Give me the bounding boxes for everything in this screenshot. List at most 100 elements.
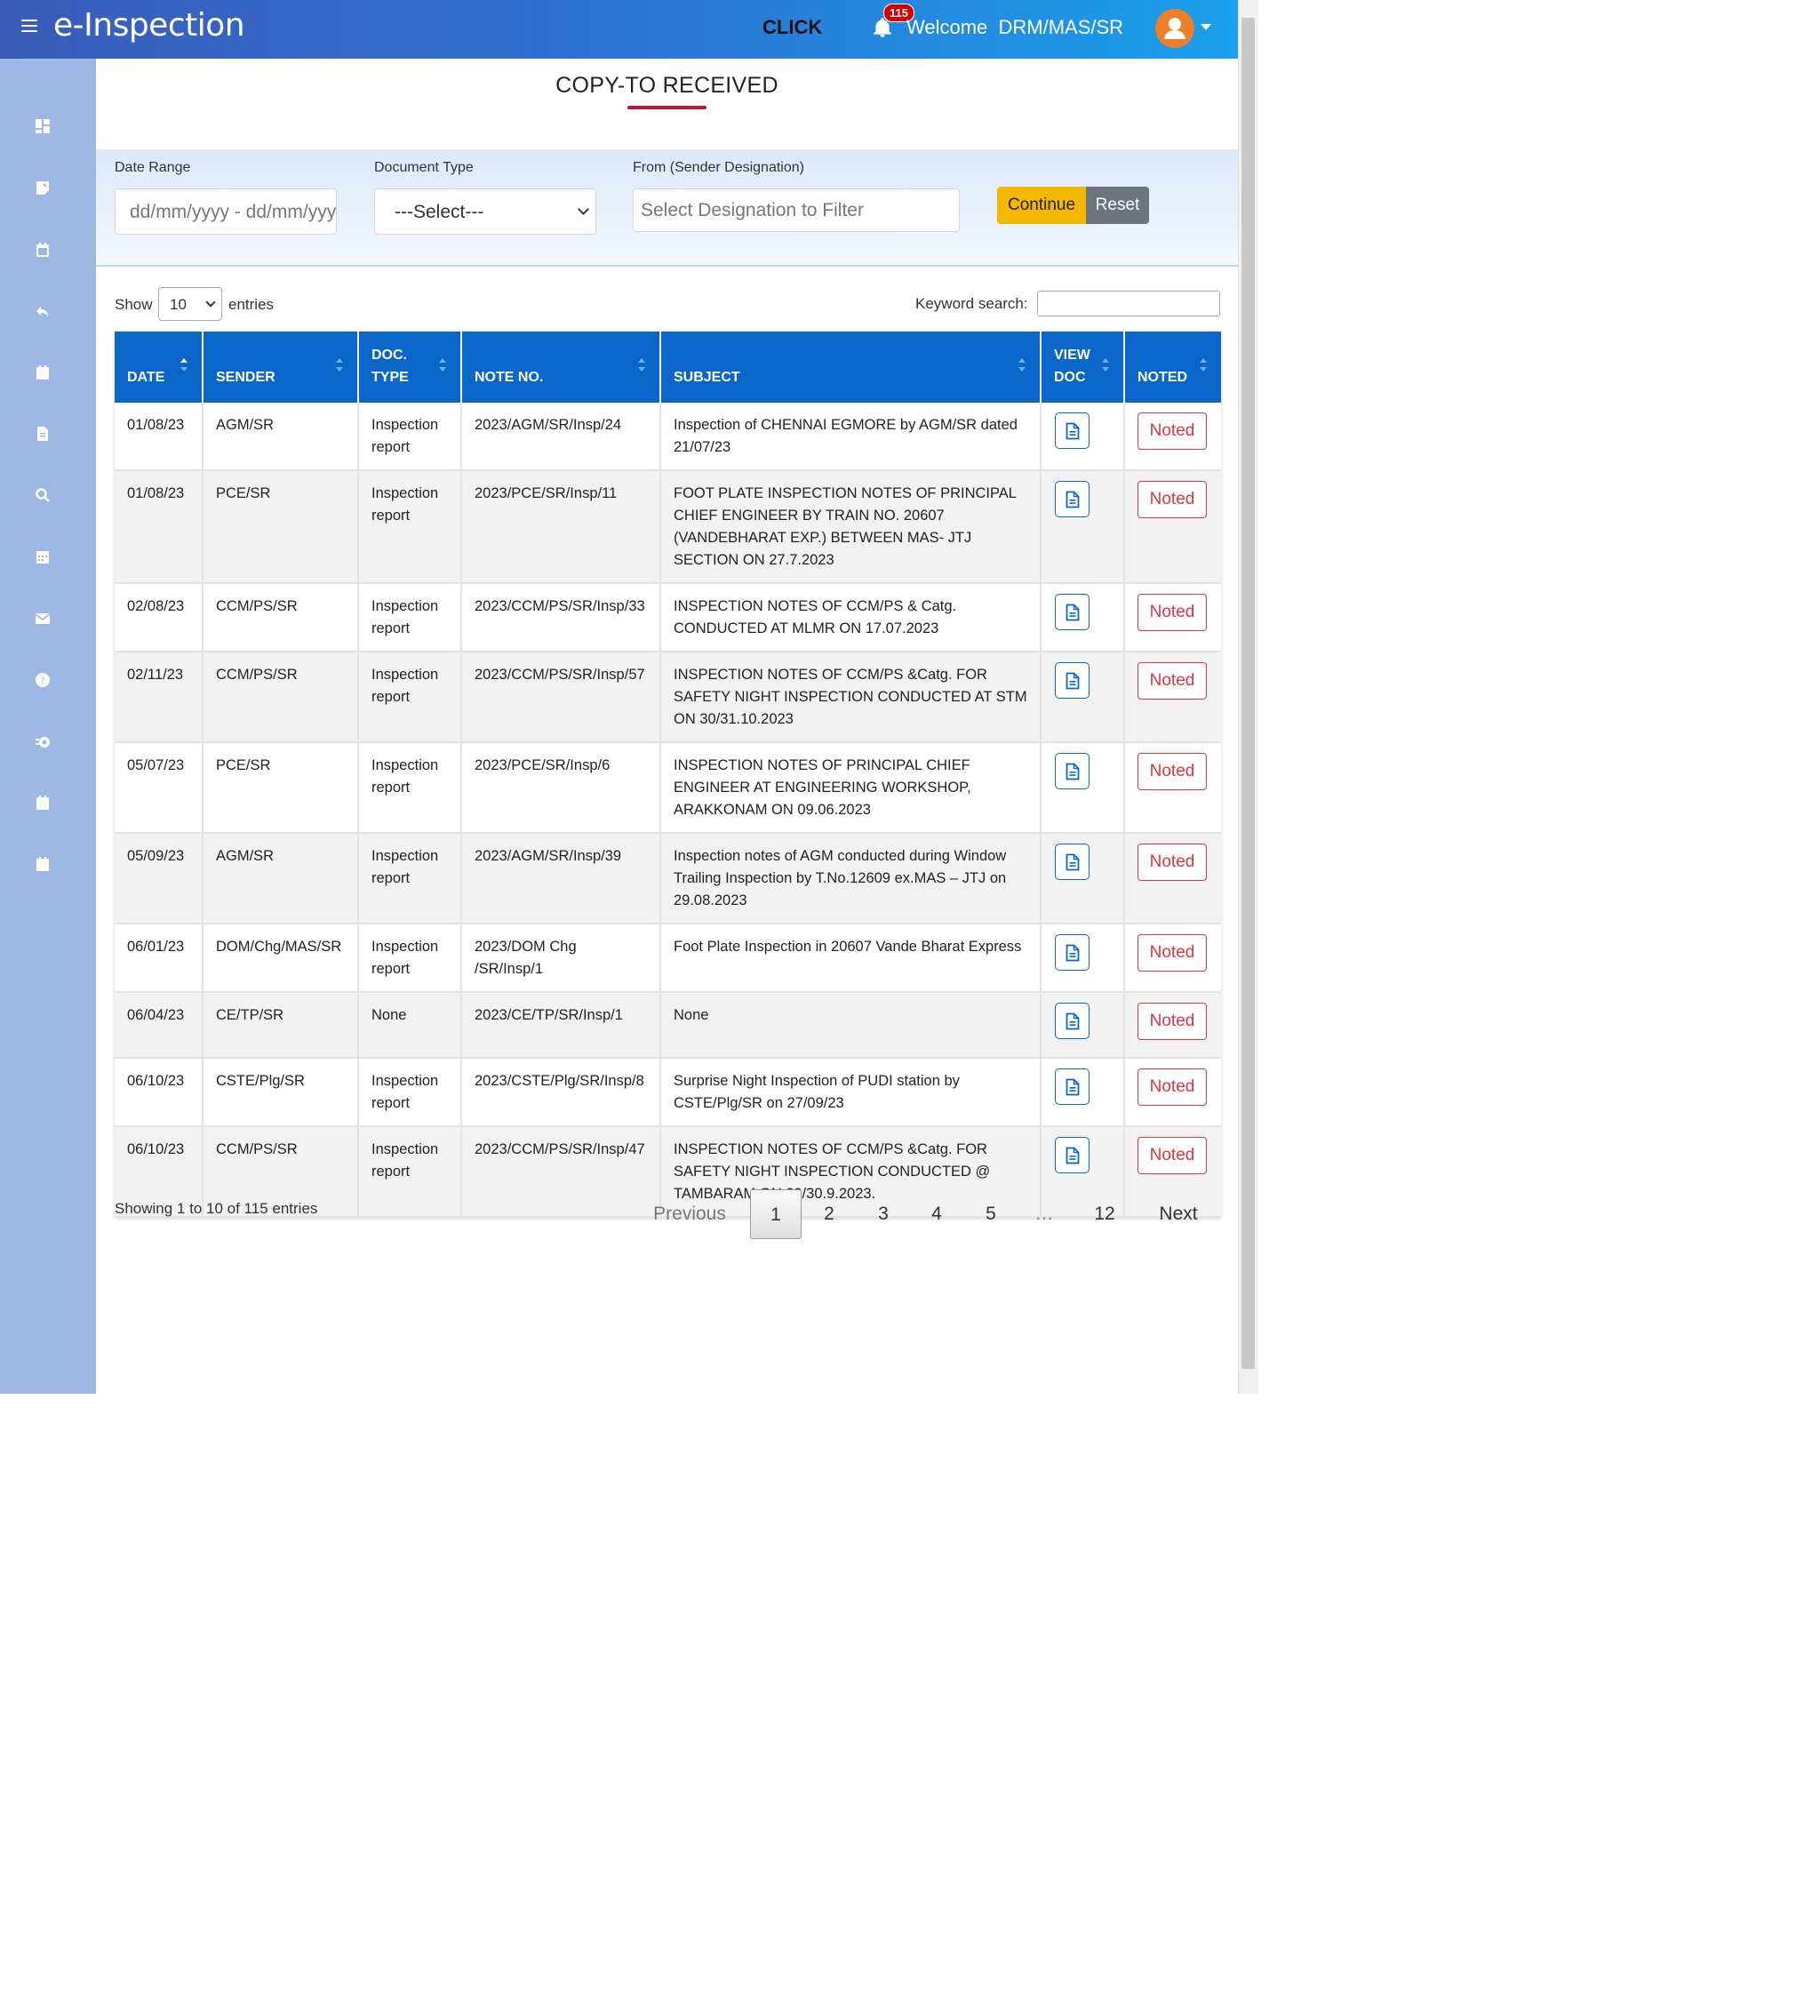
document-icon (1066, 1147, 1080, 1164)
cell-date: 05/09/23 (115, 833, 204, 924)
column-header-sender[interactable]: SENDER (203, 332, 359, 403)
cell-noted: Noted (1124, 833, 1221, 924)
cell-subject: Inspection of CHENNAI EGMORE by AGM/SR d… (660, 403, 1042, 471)
reset-button[interactable]: Reset (1086, 187, 1149, 224)
noted-button[interactable]: Noted (1138, 934, 1207, 972)
view-doc-button[interactable] (1055, 481, 1090, 517)
column-header-doc-type[interactable]: DOC. TYPE (358, 332, 462, 403)
noted-button[interactable]: Noted (1138, 1137, 1207, 1174)
cell-view-doc (1041, 992, 1125, 1059)
noted-button[interactable]: Noted (1138, 1003, 1207, 1040)
view-doc-button[interactable] (1055, 412, 1090, 449)
cell-doc-type: Inspection report (358, 403, 462, 471)
pagination-page-3[interactable]: 3 (863, 1189, 904, 1239)
column-header-subject[interactable]: SUBJECT (660, 332, 1042, 403)
dashboard-icon[interactable] (35, 118, 51, 134)
pagination-page-1[interactable]: 1 (750, 1189, 802, 1239)
document-icon (1066, 491, 1080, 508)
column-header-date[interactable]: DATE (115, 332, 204, 403)
user-avatar[interactable] (1155, 9, 1194, 48)
cell-doc-type: Inspection report (358, 924, 462, 993)
cell-noted: Noted (1124, 470, 1221, 584)
scrollbar-thumb[interactable] (1241, 18, 1255, 1369)
date-range-input[interactable]: dd/mm/yyyy - dd/mm/yyyy (115, 188, 337, 235)
continue-button[interactable]: Continue (997, 187, 1086, 224)
view-doc-button[interactable] (1055, 1003, 1090, 1039)
chevron-down-icon[interactable] (1201, 24, 1211, 30)
cell-note-no: 2023/PCE/SR/Insp/6 (461, 742, 661, 834)
column-header-noted[interactable]: NOTED (1124, 332, 1221, 403)
clipboard-icon[interactable] (35, 795, 51, 811)
cell-note-no: 2023/AGM/SR/Insp/39 (461, 833, 661, 924)
search-icon[interactable] (35, 487, 51, 503)
pagination-page-5[interactable]: 5 (970, 1189, 1011, 1239)
view-doc-button[interactable] (1055, 1137, 1090, 1173)
table-row: 06/04/23 CE/TP/SR None 2023/CE/TP/SR/Insp/1… (115, 992, 1221, 1059)
cell-sender: CCM/PS/SR (203, 652, 359, 743)
noted-button[interactable]: Noted (1138, 481, 1207, 518)
noted-button[interactable]: Noted (1138, 412, 1207, 450)
noted-button[interactable]: Noted (1138, 753, 1207, 790)
table-row: 01/08/23 PCE/SR Inspection report 2023/PCE/… (115, 470, 1221, 584)
cell-date: 05/07/23 (115, 742, 204, 834)
cell-view-doc (1041, 470, 1125, 584)
noted-button[interactable]: Noted (1138, 594, 1207, 631)
sort-ascending-icon (180, 358, 188, 376)
noted-button[interactable]: Noted (1138, 662, 1207, 700)
app-brand[interactable]: e-Inspection (53, 7, 245, 44)
clipboard-icon[interactable] (35, 242, 51, 258)
cell-note-no: 2023/CCM/PS/SR/Insp/47 (461, 1126, 661, 1218)
noted-button[interactable]: Noted (1138, 1068, 1207, 1106)
hamburger-menu-icon[interactable] (21, 20, 37, 34)
pagination-page-2[interactable]: 2 (809, 1189, 850, 1239)
click-link[interactable]: CLICK (762, 16, 822, 39)
view-doc-button[interactable] (1055, 1068, 1090, 1105)
calendar-icon[interactable] (35, 364, 51, 380)
entries-label: entries (228, 296, 275, 313)
cell-subject: Foot Plate Inspection in 20607 Vande Bha… (660, 924, 1042, 993)
column-header-view-doc[interactable]: VIEW DOC (1041, 332, 1125, 403)
keyword-search-input[interactable] (1037, 291, 1220, 316)
calendar-grid-icon[interactable] (35, 548, 51, 564)
help-icon[interactable]: ? (35, 672, 51, 688)
cell-date: 01/08/23 (115, 403, 204, 471)
document-icon (1066, 604, 1080, 621)
table-row: 05/09/23 AGM/SR Inspection report 2023/AGM/… (115, 833, 1221, 924)
svg-text:?: ? (40, 676, 44, 686)
bookmark-icon[interactable] (35, 180, 51, 196)
table-info-text: Showing 1 to 10 of 115 entries (115, 1200, 318, 1217)
sender-designation-input[interactable]: Select Designation to Filter (633, 188, 960, 232)
document-icon (1066, 422, 1080, 440)
cell-view-doc (1041, 742, 1125, 834)
entries-value: 10 (170, 296, 187, 313)
view-doc-button[interactable] (1055, 934, 1090, 971)
cell-note-no: 2023/CSTE/Plg/SR/Insp/8 (461, 1058, 661, 1127)
view-doc-button[interactable] (1055, 662, 1090, 699)
column-header-note-no[interactable]: NOTE NO. (461, 332, 661, 403)
cell-doc-type: Inspection report (358, 470, 462, 584)
view-doc-button[interactable] (1055, 844, 1090, 880)
reply-icon[interactable] (35, 303, 51, 319)
date-range-label: Date Range (115, 160, 191, 175)
document-type-select[interactable]: ---Select--- (374, 188, 596, 235)
cell-subject: FOOT PLATE INSPECTION NOTES OF PRINCIPAL… (660, 470, 1042, 584)
pagination-next[interactable]: Next (1146, 1189, 1210, 1239)
pagination-previous[interactable]: Previous (643, 1189, 737, 1239)
cell-sender: CCM/PS/SR (203, 583, 359, 652)
cell-doc-type: Inspection report (358, 1126, 462, 1218)
mail-icon[interactable] (35, 611, 51, 627)
cell-subject: INSPECTION NOTES OF CCM/PS & Catg. CONDU… (660, 583, 1042, 652)
clipboard-icon[interactable] (35, 856, 51, 872)
sort-icon (1200, 358, 1207, 376)
document-icon[interactable] (35, 426, 51, 442)
sort-icon (1018, 358, 1026, 376)
pagination-page-4[interactable]: 4 (916, 1189, 957, 1239)
cell-noted: Noted (1124, 583, 1221, 652)
view-doc-button[interactable] (1055, 594, 1090, 630)
view-doc-button[interactable] (1055, 753, 1090, 789)
settings-icon[interactable] (35, 733, 51, 749)
cell-subject: None (660, 992, 1042, 1059)
show-label: Show (115, 296, 153, 313)
pagination-page-12[interactable]: 12 (1079, 1189, 1130, 1239)
noted-button[interactable]: Noted (1138, 844, 1207, 881)
